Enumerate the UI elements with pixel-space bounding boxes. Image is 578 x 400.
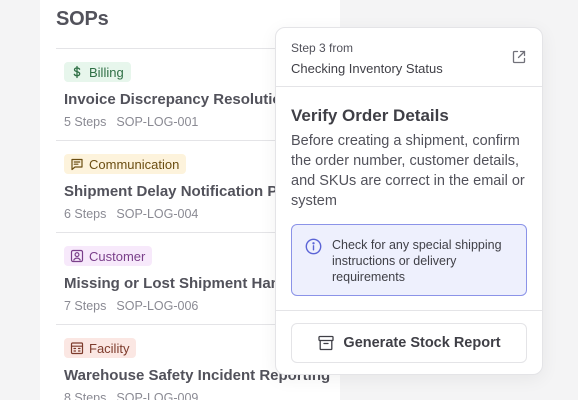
parent-step-label: Checking Inventory Status xyxy=(291,61,443,76)
sop-meta: 7 Steps SOP-LOG-006 xyxy=(64,299,198,313)
step-detail-card: Step 3 from Checking Inventory Status Ve… xyxy=(275,27,543,375)
user-icon xyxy=(70,249,84,263)
step-title: Verify Order Details xyxy=(291,106,449,125)
sop-code: SOP-LOG-006 xyxy=(116,299,199,313)
tag-label: Communication xyxy=(89,156,180,172)
step-card-header: Step 3 from Checking Inventory Status xyxy=(276,28,542,87)
tag-label: Customer xyxy=(89,248,146,264)
dollar-icon xyxy=(73,65,81,79)
sop-step-count: 5 Steps xyxy=(64,115,107,129)
category-tag: Customer xyxy=(64,246,153,266)
info-callout-text: Check for any special shipping instructi… xyxy=(332,238,502,284)
sop-name: Missing or Lost Shipment Handli xyxy=(64,275,298,292)
external-link-icon[interactable] xyxy=(511,49,527,65)
sop-step-count: 6 Steps xyxy=(64,207,107,221)
tag-label: Facility xyxy=(89,340,130,356)
generate-button-label: Generate Stock Report xyxy=(343,335,501,351)
sop-panel-title: SOPs xyxy=(56,8,109,30)
sop-code: SOP-LOG-004 xyxy=(116,207,199,221)
sop-meta: 8 Steps SOP-LOG-009 xyxy=(64,391,198,400)
sop-name: Invoice Discrepancy Resolution xyxy=(64,91,291,108)
info-callout: Check for any special shipping instructi… xyxy=(291,224,527,296)
sop-meta: 5 Steps SOP-LOG-001 xyxy=(64,115,198,129)
message-icon xyxy=(71,158,83,171)
building-icon xyxy=(70,342,84,355)
sop-step-count: 8 Steps xyxy=(64,391,107,400)
tag-label: Billing xyxy=(89,64,124,80)
category-tag: Billing xyxy=(64,62,131,82)
category-tag: Communication xyxy=(64,154,187,174)
archive-icon xyxy=(318,335,335,351)
sop-name: Shipment Delay Notification Pro xyxy=(64,183,293,200)
sop-code: SOP-LOG-009 xyxy=(116,391,199,400)
info-icon xyxy=(305,238,322,255)
card-divider xyxy=(276,310,542,311)
step-number-label: Step 3 from xyxy=(291,41,354,55)
generate-stock-report-button[interactable]: Generate Stock Report xyxy=(291,323,527,363)
sop-code: SOP-LOG-001 xyxy=(116,115,199,129)
category-tag: Facility xyxy=(64,338,137,358)
sop-step-count: 7 Steps xyxy=(64,299,107,313)
step-description: Before creating a shipment, confirm the … xyxy=(291,133,525,209)
sop-meta: 6 Steps SOP-LOG-004 xyxy=(64,207,198,221)
